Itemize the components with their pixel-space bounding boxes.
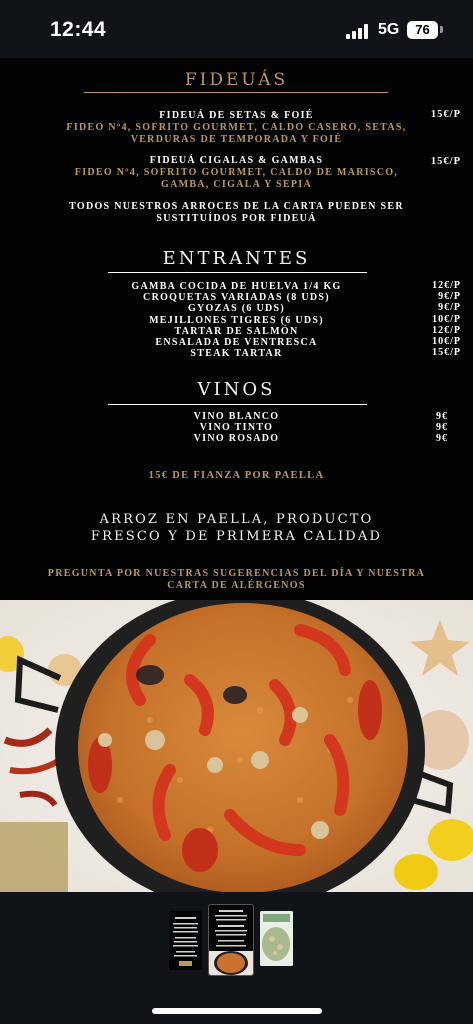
menu-item-name: STEAK TARTAR <box>190 348 283 360</box>
menu-item-name: GAMBA COCIDA DE HUELVA 1/4 KG <box>131 281 342 292</box>
menu-item-price: 9€/P <box>438 302 461 314</box>
menu-item-name: MEJILLONES TIGRES (6 UDS) <box>149 314 324 326</box>
menu-item-name: VINO ROSADO <box>193 433 280 445</box>
menu-item-price: 12€/P <box>432 280 461 291</box>
divider <box>108 272 367 273</box>
menu-item-description: GAMBA, CIGALA Y SEPIA <box>160 179 312 190</box>
menu-item-price: 15€/P <box>432 347 461 359</box>
cellular-signal-icon <box>346 24 370 39</box>
menu-item-price: 10€/P <box>432 336 461 347</box>
network-type: 5G <box>378 21 400 38</box>
menu-item-name: VINO BLANCO <box>193 411 280 422</box>
menu-item-price: 15€/P <box>430 109 461 120</box>
menu-item-description: FIDEO Nº4, SOFRITO GOURMET, CALDO DE MAR… <box>74 167 399 178</box>
menu-item-price: 15€/P <box>430 156 461 167</box>
menu-item-price: 9€ <box>436 411 448 422</box>
status-bar: 12:44 5G 76 <box>0 0 473 60</box>
menu-item-price: 12€/P <box>432 324 461 336</box>
menu-item-price: 9€/P <box>438 291 461 303</box>
paella-image <box>0 600 473 892</box>
menu-item-price: 10€/P <box>432 313 461 325</box>
tagline: FRESCO Y DE PRIMERA CALIDAD <box>90 529 383 544</box>
menu-item-name: FIDEUÁ DE SETAS & FOIÉ <box>159 110 314 121</box>
fideua-note: TODOS NUESTROS ARROCES DE LA CARTA PUEDE… <box>69 201 404 212</box>
menu-item-name: FIDEUÁ CIGALAS & GAMBAS <box>149 155 324 166</box>
suggestion-note: CARTA DE ALÉRGENOS <box>167 580 306 591</box>
menu-item-name: VINO TINTO <box>199 422 274 434</box>
battery-cap <box>440 26 443 33</box>
battery-icon: 76 <box>407 21 438 39</box>
divider <box>84 92 388 93</box>
section-title-vinos: VINOS <box>197 379 276 400</box>
thumbnail-1[interactable] <box>169 911 202 970</box>
section-title-fideuas: FIDEUÁS <box>184 70 289 90</box>
menu-item-description: VERDURAS DE TEMPORADA Y FOIÉ <box>130 134 343 145</box>
thumbnail-3[interactable] <box>260 911 293 966</box>
section-title-entrantes: ENTRANTES <box>162 248 311 269</box>
divider <box>108 404 367 405</box>
menu-image[interactable]: FIDEUÁS FIDEUÁ DE SETAS & FOIÉ 15€/P FID… <box>0 58 473 602</box>
menu-item-name: ENSALADA DE VENTRESCA <box>155 337 318 348</box>
menu-item-price: 9€ <box>436 422 448 434</box>
tagline: ARROZ EN PAELLA, PRODUCTO <box>99 512 374 527</box>
menu-item-name: CROQUETAS VARIADAS (8 UDS) <box>143 292 330 304</box>
paella-photo[interactable] <box>0 600 473 892</box>
suggestion-note: PREGUNTA POR NUESTRAS SUGERENCIAS DEL DÍ… <box>47 568 426 579</box>
home-indicator[interactable] <box>152 1008 322 1014</box>
deposit-note: 15€ DE FIANZA POR PAELLA <box>148 470 325 481</box>
menu-item-name: TARTAR DE SALMÓN <box>174 325 299 337</box>
menu-item-price: 9€ <box>436 433 448 445</box>
image-thumbnail-strip <box>0 892 473 1024</box>
menu-item-name: GYOZAS (6 UDS) <box>187 303 286 315</box>
menu-item-description: FIDEO Nº4, SOFRITO GOURMET, CALDO CASERO… <box>66 122 407 133</box>
status-time: 12:44 <box>50 18 107 41</box>
thumbnail-2-selected[interactable] <box>208 904 254 976</box>
fideua-note: SUSTITUÍDOS POR FIDEUÁ <box>156 213 317 224</box>
